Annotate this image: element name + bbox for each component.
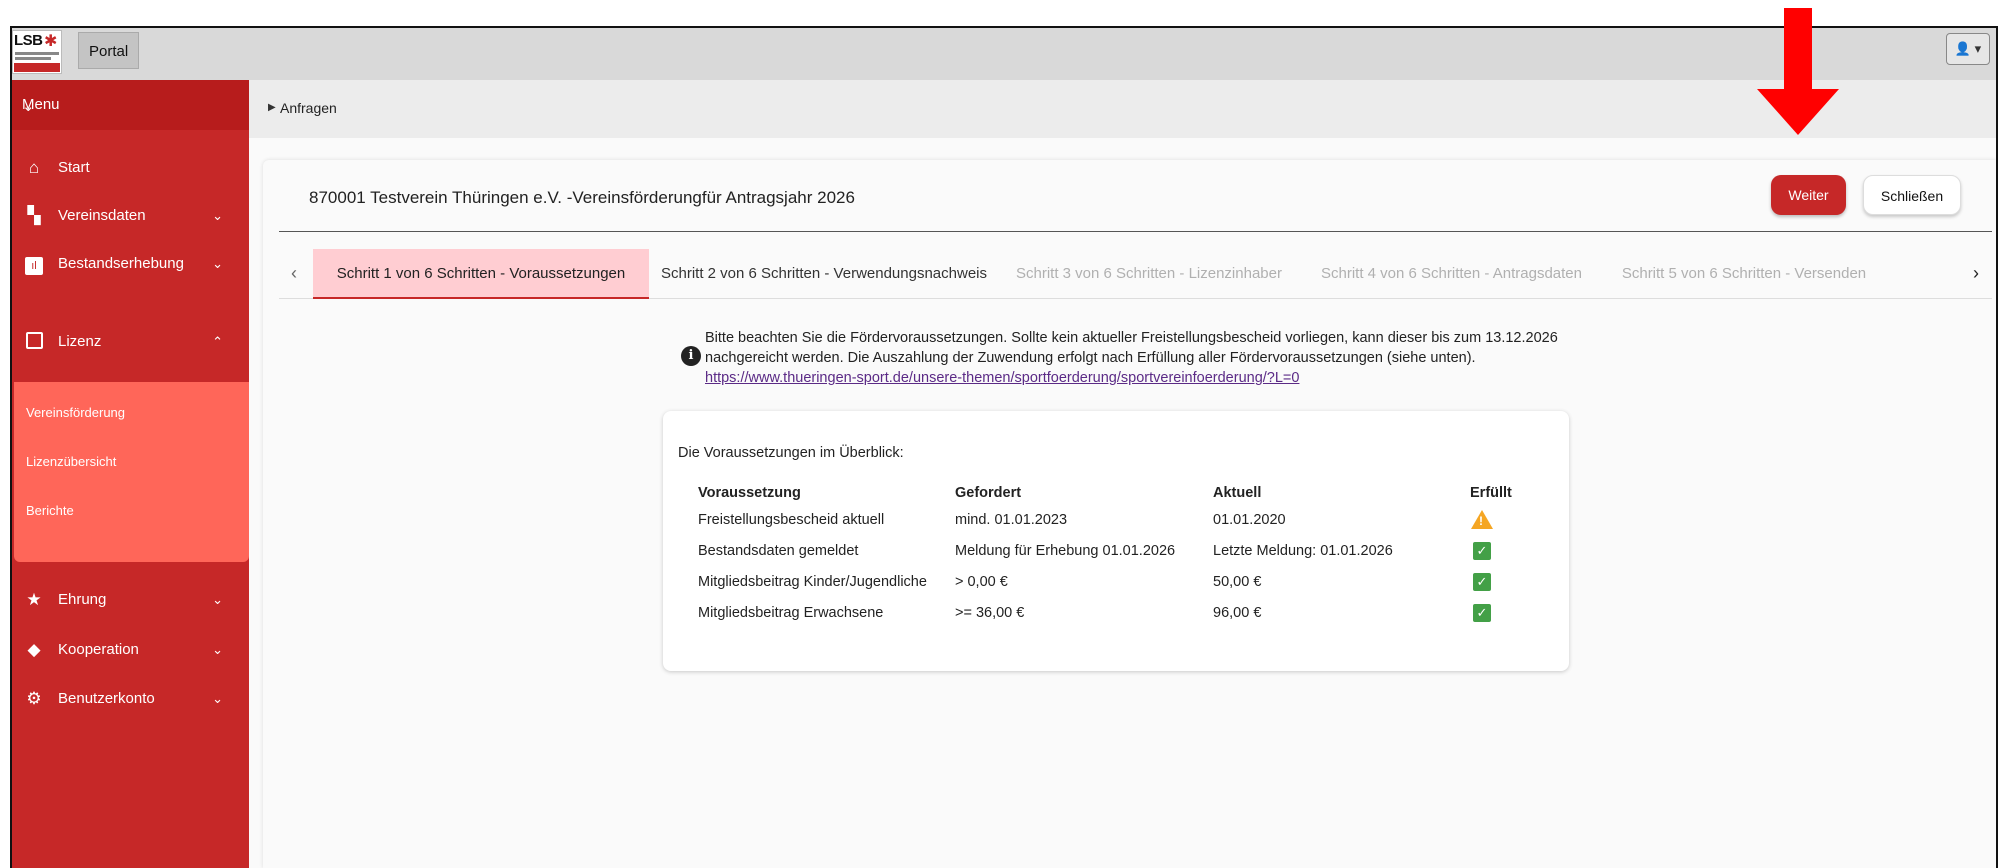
page-title: 870001 Testverein Thüringen e.V. -Verein… xyxy=(309,188,855,207)
coat-of-arms-icon: ✱ xyxy=(44,33,58,50)
table-cell: >= 36,00 € xyxy=(955,605,1025,621)
requirements-card: Die Voraussetzungen im Überblick: Voraus… xyxy=(663,411,1569,671)
chevron-down-icon: ⌄ xyxy=(212,592,223,607)
tab-step-4: Schritt 4 von 6 Schritten - Antragsdaten xyxy=(1321,265,1582,282)
table-cell: Letzte Meldung: 01.01.2026 xyxy=(1213,543,1393,559)
table-cell: Meldung für Erhebung 01.01.2026 xyxy=(955,543,1176,559)
sidebar-item-start[interactable]: ⌂ Start xyxy=(12,148,249,188)
graduation-cap-icon: ◆ xyxy=(27,640,41,659)
sportfoerderung-link[interactable]: https://www.thueringen-sport.de/unsere-t… xyxy=(705,370,1299,386)
star-icon: ★ xyxy=(26,590,42,609)
table-cell: Mitgliedsbeitrag Erwachsene xyxy=(698,605,884,621)
table-cell: > 0,00 € xyxy=(955,574,1008,590)
request-card: 870001 Testverein Thüringen e.V. -Verein… xyxy=(263,160,1996,868)
tab-scroll-right-icon[interactable]: › xyxy=(1973,263,1979,284)
dashboard-icon: ▚ xyxy=(27,206,41,225)
table-cell: Freistellungsbescheid aktuell xyxy=(698,512,885,528)
info-icon: i xyxy=(681,346,701,366)
submenu-item-berichte[interactable]: Berichte xyxy=(26,503,74,518)
table-cell: 96,00 € xyxy=(1213,605,1262,621)
breadcrumb: ▶ Anfragen xyxy=(249,80,1996,138)
step-tabs: ‹ Schritt 1 von 6 Schritten - Voraussetz… xyxy=(279,249,1992,299)
next-button[interactable]: Weiter xyxy=(1771,175,1846,215)
top-bar: LSB ✱ Portal 👤 ▾ xyxy=(12,28,1996,80)
sidebar-item-benutzerkonto[interactable]: ⚙ Benutzerkonto ⌄ xyxy=(12,679,249,719)
sidebar: Menu ⌄ ⌂ Start ▚ Vereinsdaten ⌄ ıl Besta… xyxy=(12,80,249,868)
column-header-fulfilled: Erfüllt xyxy=(1470,485,1512,501)
app-window: LSB ✱ Portal 👤 ▾ Menu ⌄ ⌂ Start ▚ Verein… xyxy=(10,26,1998,868)
breadcrumb-anfragen[interactable]: Anfragen xyxy=(280,100,337,116)
close-button[interactable]: Schließen xyxy=(1863,175,1961,215)
submenu-item-vereinsfoerderung[interactable]: Vereinsförderung xyxy=(26,405,125,420)
lizenz-submenu: Vereinsförderung Lizenzübersicht Bericht… xyxy=(14,382,249,562)
tab-step-5: Schritt 5 von 6 Schritten - Versenden xyxy=(1621,265,1867,282)
main-content: ▶ Anfragen 870001 Testverein Thüringen e… xyxy=(249,80,1996,868)
warning-icon: ! xyxy=(1471,510,1493,529)
tab-step-2[interactable]: Schritt 2 von 6 Schritten - Verwendungsn… xyxy=(649,249,999,299)
chevron-down-icon: ⌄ xyxy=(212,208,223,223)
sidebar-item-kooperation[interactable]: ◆ Kooperation ⌄ xyxy=(12,630,249,670)
annotation-arrow-shaft xyxy=(1784,8,1812,90)
sidebar-item-bestandserhebung[interactable]: ıl Bestandserhebung ⌄ xyxy=(12,244,249,284)
sidebar-item-vereinsdaten[interactable]: ▚ Vereinsdaten ⌄ xyxy=(12,196,249,236)
lsb-logo[interactable]: LSB ✱ xyxy=(12,30,62,74)
submenu-item-lizenzuebersicht[interactable]: Lizenzübersicht xyxy=(26,454,116,469)
bar-chart-icon: ıl xyxy=(24,254,44,275)
chevron-down-icon: ⌄ xyxy=(212,691,223,706)
table-cell: mind. 01.01.2023 xyxy=(955,512,1068,528)
tab-step-1[interactable]: Schritt 1 von 6 Schritten - Voraussetzun… xyxy=(313,249,649,299)
column-header-current: Aktuell xyxy=(1213,485,1262,501)
chevron-down-icon: ⌄ xyxy=(212,256,223,271)
tab-scroll-left-icon[interactable]: ‹ xyxy=(291,263,297,284)
user-menu-button[interactable]: 👤 ▾ xyxy=(1946,33,1990,65)
chevron-down-icon: ⌄ xyxy=(212,642,223,657)
table-cell: 50,00 € xyxy=(1213,574,1262,590)
requirements-intro: Die Voraussetzungen im Überblick: xyxy=(678,445,904,461)
info-notice: Bitte beachten Sie die Fördervoraussetzu… xyxy=(705,330,1558,386)
checkmark-icon: ✓ xyxy=(1473,542,1491,560)
table-cell: Bestandsdaten gemeldet xyxy=(698,543,859,559)
table-cell: 01.01.2020 xyxy=(1213,512,1286,528)
chevron-up-icon: ⌃ xyxy=(212,334,223,349)
sidebar-item-ehrung[interactable]: ★ Ehrung ⌄ xyxy=(12,580,249,620)
tab-step-3: Schritt 3 von 6 Schritten - Lizenzinhabe… xyxy=(1016,265,1282,282)
sidebar-item-lizenz[interactable]: Lizenz ⌃ xyxy=(12,322,249,362)
user-settings-icon: ⚙ xyxy=(26,689,42,708)
home-icon: ⌂ xyxy=(28,158,40,177)
badge-icon xyxy=(24,332,44,352)
portal-button[interactable]: Portal xyxy=(78,32,140,69)
column-header-required: Gefordert xyxy=(955,485,1022,501)
caret-right-icon: ▶ xyxy=(268,102,276,113)
chevron-down-icon: ⌄ xyxy=(22,98,35,115)
column-header-requirement: Voraussetzung xyxy=(698,485,801,501)
menu-toggle[interactable]: Menu ⌄ xyxy=(12,80,249,130)
table-cell: Mitgliedsbeitrag Kinder/Jugendliche xyxy=(698,574,927,590)
checkmark-icon: ✓ xyxy=(1473,604,1491,622)
divider xyxy=(279,231,1992,232)
checkmark-icon: ✓ xyxy=(1473,573,1491,591)
annotation-arrow-icon xyxy=(1757,89,1839,135)
